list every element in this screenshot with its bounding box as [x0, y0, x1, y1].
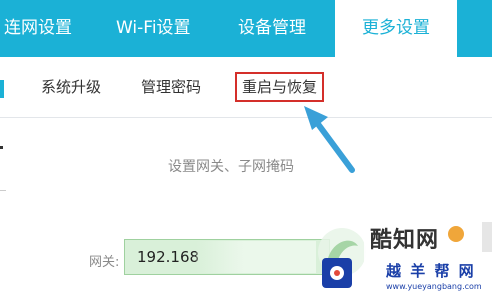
tab-network-settings[interactable]: 连网设置 [4, 0, 72, 57]
redacted-overlay [196, 241, 316, 273]
tab-wifi-settings[interactable]: Wi-Fi设置 [116, 0, 191, 57]
watermark-brand-bottom: 越 羊 帮 网 [386, 262, 476, 280]
panel-divider [0, 190, 6, 191]
subtab-reboot-restore[interactable]: 重启与恢复 [235, 72, 325, 102]
watermark-url: www.yueyangbang.com [386, 282, 482, 291]
tab-device-management[interactable]: 设备管理 [238, 0, 306, 57]
sub-nav-active-indicator [0, 80, 4, 98]
subtab-system-upgrade[interactable]: 系统升级 [41, 74, 101, 100]
subtab-admin-password[interactable]: 管理密码 [141, 74, 201, 100]
section-title: 设置网关、子网掩码 [168, 159, 294, 175]
gateway-label: 网关: [89, 255, 120, 270]
top-nav-bar: 连网设置 Wi-Fi设置 设备管理 更多设置 [0, 0, 492, 57]
tab-more-settings[interactable]: 更多设置 [335, 0, 457, 57]
panel-corner-mark [0, 146, 3, 149]
watermark-brand-top: 酷知网 [370, 228, 440, 253]
